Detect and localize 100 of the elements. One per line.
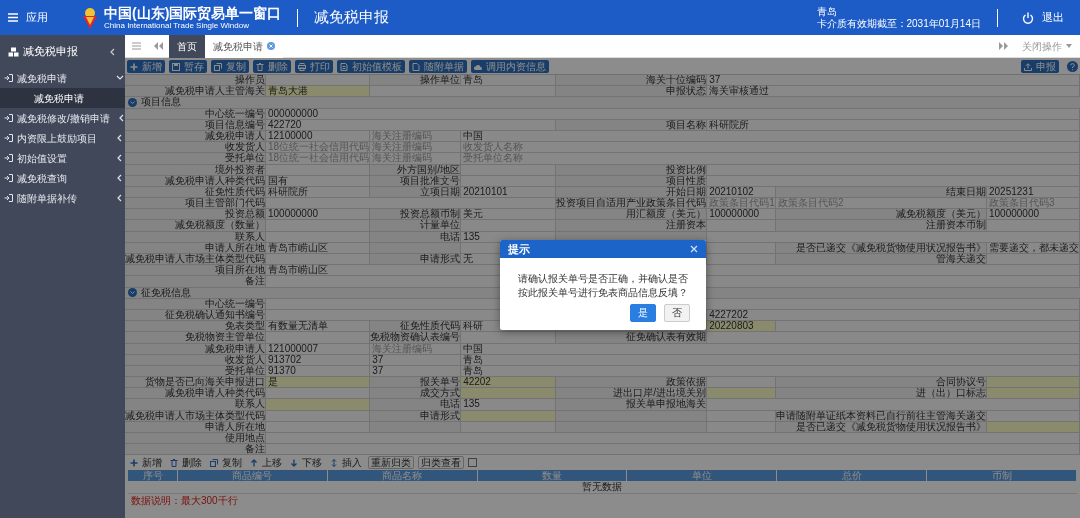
sidebar-item[interactable]: 随附单据补传 [0,188,125,208]
input-field[interactable]: 青岛 [461,75,557,87]
note-text: 数据说明：最大300千行 [131,496,239,507]
help-icon[interactable] [1067,61,1078,72]
field-label: 收发货人 [125,142,266,154]
toolbar-button[interactable]: 删除 [253,60,291,73]
close-icon[interactable] [689,245,698,253]
dialog-button[interactable]: 否 [663,304,690,322]
toolbar-button[interactable]: 随附单据 [409,60,467,73]
input-field[interactable] [266,75,371,87]
field-label: 计量单位 [370,220,462,232]
input-field[interactable] [266,399,371,411]
input-field[interactable] [707,399,1080,411]
sidebar-item[interactable]: 减免税申请 [0,68,125,88]
toolbar-button[interactable]: 暂存 [169,60,207,73]
sidebar-item[interactable]: 减免税修改/撤销申请 [0,108,125,128]
toolbar-button[interactable]: 新增 [127,60,165,73]
field-label: 中心统一编号 [125,108,266,120]
toolbar-button[interactable]: 归类查看 [418,456,464,470]
toolbar-button[interactable]: 上移 [248,457,284,469]
input-field[interactable] [707,388,776,400]
toolbar-button[interactable]: 调用内资信息 [471,60,549,73]
input-field[interactable]: 37 [370,354,462,366]
trash-icon [256,62,264,71]
toolbar-button[interactable]: 删除 [168,457,204,469]
field-label: 受托单位 [125,153,266,165]
input-field[interactable] [987,410,1080,422]
field-label: 海关十位编码 [556,75,708,87]
sidebar-title: 减免税申报 [23,44,79,60]
toolbar-button[interactable]: 初始值模板 [337,60,405,73]
section-title: 项目信息 [141,97,181,108]
input-field[interactable]: 是 [266,377,371,389]
input-field[interactable]: 青岛 [461,354,1080,366]
field-label: 申请随附单证纸本资料已自行前往主管海关递交 [776,410,987,422]
input-field[interactable]: 海关审核通过 [707,86,1080,98]
sign-in-icon [4,74,13,82]
menu-icon[interactable] [131,42,141,50]
sidebar-item[interactable]: 减免税查询 [0,168,125,188]
input-field[interactable] [461,388,557,400]
field-label: 征免性质代码 [370,321,462,333]
toolbar-button[interactable]: 新增 [128,457,164,469]
toolbar-button[interactable]: 复制 [208,457,244,469]
input-field[interactable] [266,410,371,422]
input-field[interactable] [266,444,1080,456]
input-field[interactable]: 000000000 [266,108,1080,120]
toolbar-button[interactable]: 下移 [288,457,324,469]
input-field[interactable] [461,410,557,422]
sidebar-subitem[interactable]: 减免税申请 [0,88,125,108]
input-field[interactable]: 913702 [266,354,371,366]
toolbar-button[interactable]: 插入 [328,457,364,469]
input-field[interactable] [266,388,371,400]
input-field[interactable]: 美元 [461,209,557,221]
trash-icon [170,458,178,467]
input-field[interactable]: 135 [461,399,557,411]
dialog-button[interactable]: 是 [629,304,656,322]
input-field[interactable] [776,321,1080,333]
input-field[interactable] [707,231,1080,243]
input-field[interactable]: 121000007 [266,343,371,355]
field-label: 备注 [125,444,266,456]
close-actions-dropdown[interactable]: 关闭操作 [1014,38,1080,54]
input-field[interactable] [987,377,1080,389]
double-chevron-left-icon[interactable] [153,42,163,50]
arrow-up-down-icon [330,458,338,467]
toolbar-button[interactable]: 复制 [211,60,249,73]
sidebar-item[interactable]: 内资限上鼓励项目 [0,128,125,148]
field-label: 免税物资确认表编号 [370,332,462,344]
input-field[interactable]: 中国 [461,343,1080,355]
upload-icon [1024,62,1032,71]
arrow-down-icon [290,458,298,467]
toolbar-button[interactable]: 打印 [295,60,333,73]
input-field[interactable]: 37 [707,75,1080,87]
field-label: 免税物资主管单位 [125,332,266,344]
field-label: 免表类型 [125,321,266,333]
input-field[interactable] [987,388,1080,400]
caret-icon [1066,44,1072,48]
logout-button[interactable]: 退出 [1014,9,1072,26]
input-field[interactable]: 422720 [266,119,557,131]
double-chevron-right-icon[interactable] [998,42,1008,50]
input-field[interactable]: 国有 [266,175,371,187]
arrow-up-icon [250,458,258,467]
input-field[interactable] [266,433,1080,445]
submit-button[interactable]: 申报 [1021,60,1059,73]
tab[interactable]: 首页 [169,34,205,58]
sidebar-item[interactable]: 初始值设置 [0,148,125,168]
chevron-circle-icon [128,97,137,107]
emblem-logo-icon [80,5,100,30]
card-expiry-text: 卡介质有效期截至：2031年01月14日 [816,17,981,30]
input-field[interactable] [707,254,776,266]
toolbar-button[interactable]: 重新归类 [368,456,414,470]
section-title: 征免税信息 [141,287,191,298]
plus-icon [130,458,138,467]
input-field[interactable] [370,86,557,98]
menu-button[interactable]: 应用 [0,9,56,26]
checkbox[interactable] [468,458,477,468]
input-field[interactable] [707,332,1080,344]
input-field[interactable] [707,377,776,389]
field-label: 进出口岸/进出境关别 [556,388,708,400]
input-field[interactable] [461,332,557,344]
input-field[interactable]: 科研院所 [707,119,1080,131]
sign-in-icon [4,134,13,142]
